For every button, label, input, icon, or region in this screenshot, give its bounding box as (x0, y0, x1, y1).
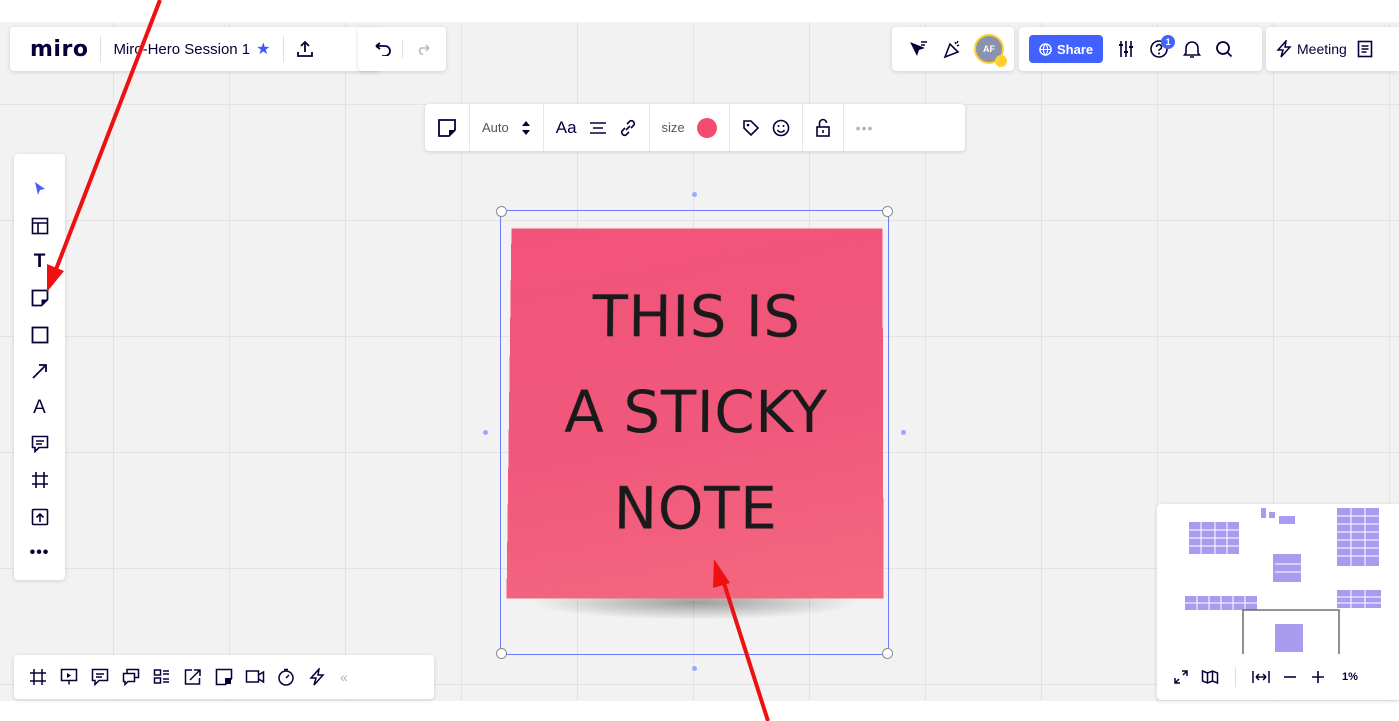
arrow-to-sticky-tool (47, 0, 162, 292)
arrow-to-sticky-note (713, 559, 770, 721)
annotation-arrows (47, 0, 770, 721)
